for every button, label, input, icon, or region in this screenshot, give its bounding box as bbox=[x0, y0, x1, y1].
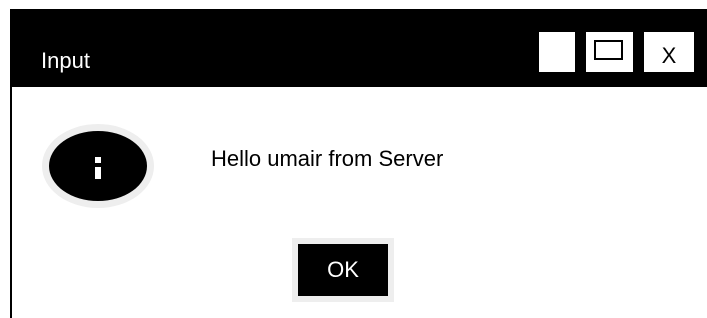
input-dialog: Input X Hello umair from Server OK bbox=[10, 9, 707, 318]
info-icon bbox=[49, 131, 147, 201]
ok-button-focus-ring: OK bbox=[292, 238, 394, 302]
info-icon-dot bbox=[95, 157, 101, 163]
info-icon-halo bbox=[42, 124, 154, 208]
minimize-button[interactable] bbox=[539, 32, 575, 72]
ok-button[interactable]: OK bbox=[298, 244, 388, 296]
info-icon-stem bbox=[95, 167, 101, 179]
close-icon: X bbox=[661, 43, 677, 68]
maximize-icon bbox=[594, 40, 623, 60]
dialog-title: Input bbox=[41, 48, 90, 73]
title-bar[interactable]: Input X bbox=[12, 11, 707, 87]
maximize-button[interactable] bbox=[586, 32, 633, 72]
close-button[interactable]: X bbox=[644, 32, 694, 72]
dialog-message: Hello umair from Server bbox=[211, 146, 444, 171]
